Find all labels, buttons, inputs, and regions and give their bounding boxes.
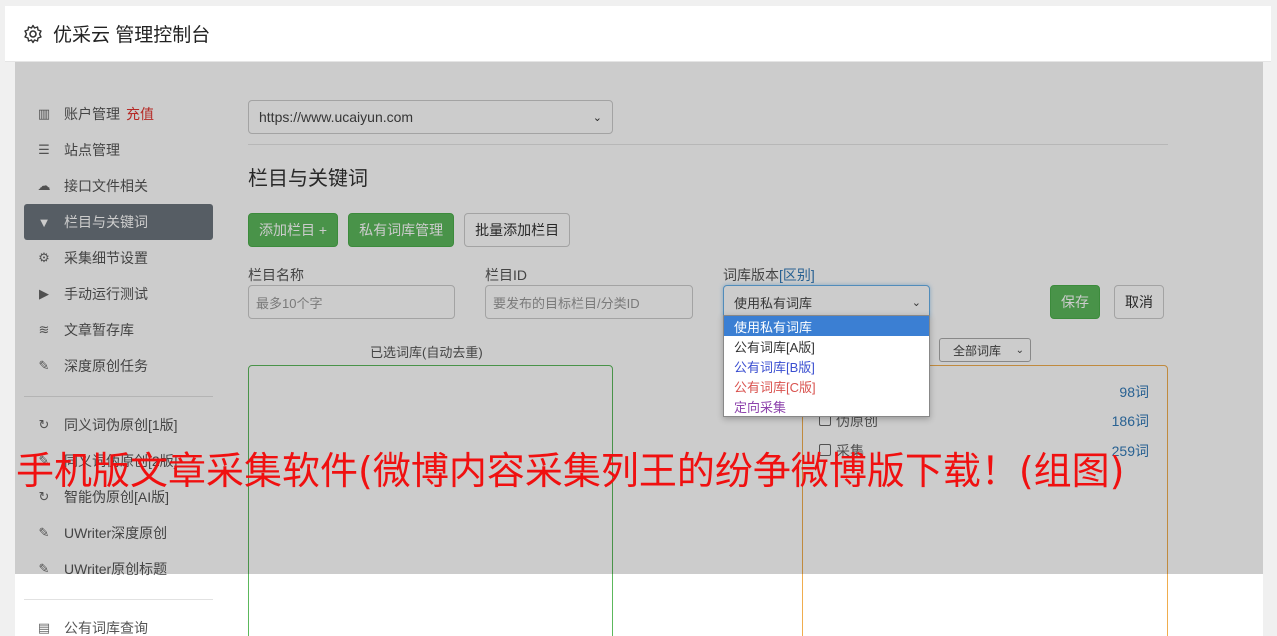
chevron-down-icon: ⌄ [592,111,602,124]
edit-icon: ✎ [38,358,50,373]
sidebar-item-label: 深度原创任务 [64,358,148,374]
lib-version-dropdown: 使用私有词库 公有词库[A版] 公有词库[B版] 公有词库[C版] 定向采集 [723,315,930,417]
content-area: ▥ 账户管理 充值 ☰ 站点管理 ☁ 接口文件相关 ▼ 栏目与关键词 ⚙ 采集细… [15,62,1263,636]
gear-icon [24,24,42,43]
chevron-down-icon: ⌄ [1015,344,1024,356]
column-name-label: 栏目名称 [248,267,304,283]
sidebar-item-synonym-v1[interactable]: ↻ 同义词伪原创[1版] [24,407,213,443]
app-title: 优采云 管理控制台 [53,25,211,46]
refresh-icon: ↻ [38,417,50,432]
book-icon: ▤ [37,620,51,635]
lib-diff-link[interactable]: [区别] [779,267,815,283]
cancel-button[interactable]: 取消 [1114,285,1164,319]
sidebar-item-public-lib[interactable]: ▤ 公有词库查询 [24,610,213,636]
sidebar-item-label: 公有词库查询 [64,620,148,636]
sidebar-item-sites[interactable]: ☰ 站点管理 [24,132,213,168]
sidebar-item-label: UWriter深度原创 [64,525,168,541]
selected-lib-label: 已选词库(自动去重) [370,345,483,360]
private-lib-button[interactable]: 私有词库管理 [348,213,455,247]
main-panel: https://www.ucaiyun.com ⌄ 栏目与关键词 添加栏目 + … [248,100,1168,335]
column-name-input[interactable]: 最多10个字 [248,285,455,319]
overlay-banner-text: 手机版文章采集软件(微博内容采集列王的纷争微博版下载！(组图) [16,449,1125,493]
section-title: 栏目与关键词 [248,168,368,190]
dropdown-option[interactable]: 公有词库[B版] [724,356,929,376]
lib-count: 98词 [1119,384,1149,400]
sidebar: ▥ 账户管理 充值 ☰ 站点管理 ☁ 接口文件相关 ▼ 栏目与关键词 ⚙ 采集细… [24,96,213,636]
edit-icon: ✎ [38,525,50,540]
filter-icon: ▼ [37,214,51,230]
chevron-down-icon: ⌄ [911,296,921,309]
lib-version-select[interactable]: 使用私有词库 ⌄ [723,285,930,319]
sidebar-item-label: 站点管理 [64,142,120,158]
site-select-value: https://www.ucaiyun.com [259,109,414,125]
sidebar-item-uwriter-deep[interactable]: ✎ UWriter深度原创 [24,515,213,551]
cogs-icon: ⚙ [38,250,50,265]
sidebar-item-interface[interactable]: ☁ 接口文件相关 [24,168,213,204]
lib-version-label: 词库版本[区别] [723,265,815,285]
column-id-input[interactable]: 要发布的目标栏目/分类ID [485,285,693,319]
dropdown-option[interactable]: 公有词库[C版] [724,376,929,396]
bar-chart-icon: ▥ [37,106,51,121]
sidebar-item-label: 同义词伪原创[1版] [64,417,178,433]
sidebar-item-label: 接口文件相关 [64,178,148,194]
dropdown-option[interactable]: 使用私有词库 [724,316,929,336]
selected-lib-panel[interactable] [248,365,613,636]
sidebar-item-label: 文章暂存库 [64,322,134,338]
lib-version-value: 使用私有词库 [734,295,813,311]
database-icon: ≋ [38,322,50,337]
sidebar-item-article-store[interactable]: ≋ 文章暂存库 [24,312,213,348]
dropdown-option[interactable]: 定向采集 [724,396,929,416]
divider [248,144,1168,145]
sidebar-item-collect-settings[interactable]: ⚙ 采集细节设置 [24,240,213,276]
cloud-upload-icon: ☁ [37,178,51,193]
edit-icon: ✎ [38,561,50,576]
site-select[interactable]: https://www.ucaiyun.com ⌄ [248,100,613,134]
lib-count: 186词 [1111,413,1149,429]
sidebar-item-label: 账户管理 [64,106,120,122]
sidebar-item-label: 栏目与关键词 [64,214,148,230]
column-id-label: 栏目ID [485,267,527,283]
server-icon: ☰ [38,142,50,157]
sidebar-item-uwriter-title[interactable]: ✎ UWriter原创标题 [24,551,213,587]
sidebar-item-label: UWriter原创标题 [64,561,168,577]
top-header: 优采云 管理控制台 [5,6,1271,62]
lib-version-text: 词库版本 [723,267,779,283]
play-circle-icon: ▶ [39,286,49,301]
sidebar-item-label: 采集细节设置 [64,250,148,266]
divider [24,396,213,397]
all-lib-value: 全部词库 [953,343,1002,358]
sidebar-item-deep-original[interactable]: ✎ 深度原创任务 [24,348,213,384]
dropdown-option[interactable]: 公有词库[A版] [724,336,929,356]
recharge-link[interactable]: 充值 [126,104,154,124]
all-lib-select[interactable]: 全部词库 ⌄ [939,338,1031,362]
divider [24,599,213,600]
action-buttons: 添加栏目 + 私有词库管理 批量添加栏目 [248,213,1168,247]
sidebar-item-label: 手动运行测试 [64,286,148,302]
save-button[interactable]: 保存 [1050,285,1100,319]
batch-add-button[interactable]: 批量添加栏目 [464,213,571,247]
sidebar-item-account[interactable]: ▥ 账户管理 充值 [24,96,213,132]
add-column-button[interactable]: 添加栏目 + [248,213,339,247]
sidebar-item-manual-run[interactable]: ▶ 手动运行测试 [24,276,213,312]
column-form: 栏目名称 最多10个字 栏目ID 要发布的目标栏目/分类ID 词库版本[区别] … [248,265,1168,335]
sidebar-item-columns-keywords[interactable]: ▼ 栏目与关键词 [24,204,213,240]
